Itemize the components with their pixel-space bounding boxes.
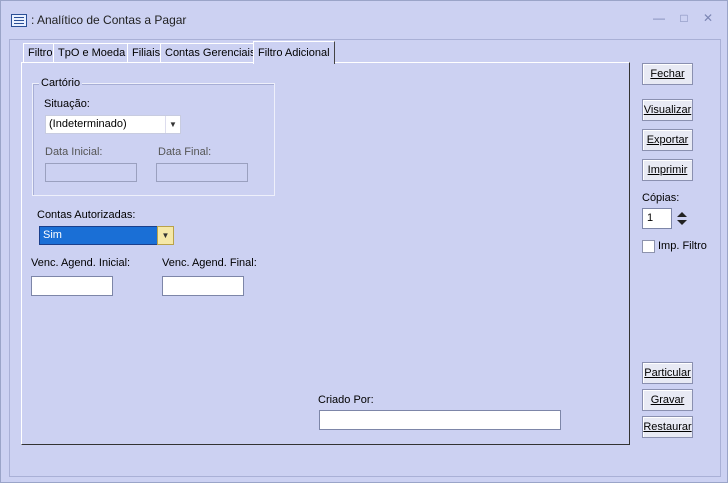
data-final-field[interactable] xyxy=(156,163,248,182)
venc-agend-inicial-field[interactable] xyxy=(31,276,113,296)
report-window: : Analítico de Contas a Pagar — □ ✕ Filt… xyxy=(0,0,728,483)
contas-autorizadas-select[interactable]: Sim xyxy=(39,226,174,245)
data-inicial-label: Data Inicial: xyxy=(45,146,103,158)
imp-filtro-label: Imp. Filtro xyxy=(658,240,707,252)
imp-filtro-checkbox[interactable] xyxy=(642,240,655,253)
visualizar-button[interactable]: Visualizar xyxy=(642,99,693,121)
restore-icon[interactable]: □ xyxy=(676,11,692,25)
exportar-button[interactable]: Exportar xyxy=(642,129,693,151)
data-inicial-field[interactable] xyxy=(45,163,137,182)
spin-down-icon[interactable] xyxy=(677,220,687,225)
tab-contas-gerenciais[interactable]: Contas Gerenciais xyxy=(160,43,261,63)
tab-filtro-adicional[interactable]: Filtro Adicional xyxy=(253,41,335,64)
criado-por-label: Criado Por: xyxy=(318,394,374,406)
chevron-down-icon[interactable]: ▼ xyxy=(157,226,174,245)
situacao-select[interactable]: (Indeterminado) ▼ xyxy=(45,115,181,134)
copias-stepper[interactable]: 1 xyxy=(642,208,690,229)
restaurar-button[interactable]: Restaurar xyxy=(642,416,693,438)
fechar-button[interactable]: Fechar xyxy=(642,63,693,85)
data-final-label: Data Final: xyxy=(158,146,212,158)
venc-agend-inicial-label: Venc. Agend. Inicial: xyxy=(31,257,131,269)
window-title: : Analítico de Contas a Pagar xyxy=(31,13,187,27)
title-bar[interactable]: : Analítico de Contas a Pagar — □ ✕ xyxy=(1,1,727,37)
venc-agend-final-field[interactable] xyxy=(162,276,244,296)
venc-agend-final-label: Venc. Agend. Final: xyxy=(162,257,257,269)
copias-label: Cópias: xyxy=(642,192,680,204)
particular-button[interactable]: Particular xyxy=(642,362,693,384)
close-icon[interactable]: ✕ xyxy=(700,11,716,25)
imprimir-button[interactable]: Imprimir xyxy=(642,159,693,181)
copias-input[interactable]: 1 xyxy=(642,208,672,229)
tab-panel-filtro-adicional: Cartório Situação: (Indeterminado) ▼ Dat… xyxy=(21,62,630,445)
chevron-down-icon[interactable]: ▼ xyxy=(165,116,180,133)
gravar-button[interactable]: Gravar xyxy=(642,389,693,411)
cartorio-group-title: Cartório xyxy=(39,77,83,89)
contas-autorizadas-value: Sim xyxy=(43,229,62,241)
contas-autorizadas-label: Contas Autorizadas: xyxy=(37,209,136,221)
situacao-label: Situação: xyxy=(44,98,90,110)
app-icon xyxy=(11,14,27,27)
tab-tpo-e-moeda[interactable]: TpO e Moeda xyxy=(53,43,131,63)
criado-por-field[interactable] xyxy=(319,410,561,430)
minimize-icon[interactable]: — xyxy=(651,11,667,25)
situacao-value: (Indeterminado) xyxy=(49,118,127,130)
copias-value: 1 xyxy=(647,212,654,224)
spin-up-icon[interactable] xyxy=(677,212,687,217)
